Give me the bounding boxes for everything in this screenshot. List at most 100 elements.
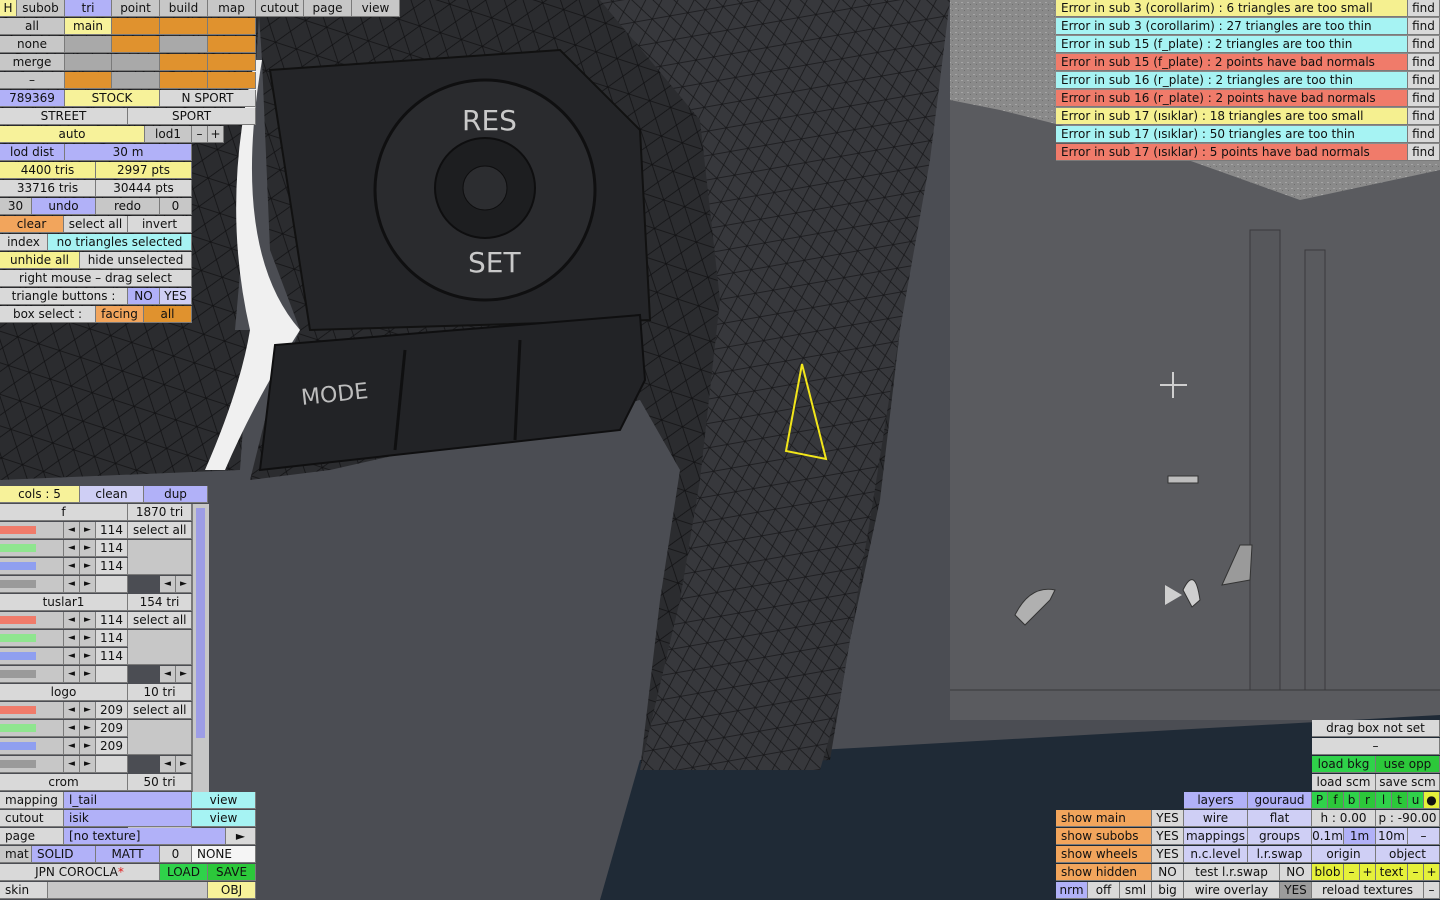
test-lr-swap-value[interactable]: NO bbox=[1280, 864, 1312, 881]
street-button[interactable]: STREET bbox=[0, 108, 128, 125]
find-error-button[interactable]: find bbox=[1408, 144, 1440, 161]
box-select-facing[interactable]: facing bbox=[96, 306, 144, 323]
clear-button[interactable]: clear bbox=[0, 216, 64, 233]
object-button[interactable]: object bbox=[1376, 846, 1440, 863]
tab-h[interactable]: H bbox=[0, 0, 17, 17]
dash-button[interactable]: – bbox=[0, 72, 65, 89]
color-slider[interactable] bbox=[0, 558, 64, 575]
subobject-next-button[interactable]: ► bbox=[176, 666, 192, 683]
page-value[interactable]: [no texture] bbox=[64, 828, 226, 845]
blob-button[interactable]: blob bbox=[1312, 864, 1344, 881]
text-plus[interactable]: + bbox=[1424, 864, 1440, 881]
tab-view[interactable]: view bbox=[352, 0, 400, 17]
slider-left-arrow[interactable]: ◄ bbox=[64, 666, 80, 683]
dup-button[interactable]: dup bbox=[144, 486, 208, 503]
color-slider[interactable] bbox=[0, 720, 64, 737]
slider-right-arrow[interactable]: ► bbox=[80, 738, 96, 755]
find-error-button[interactable]: find bbox=[1408, 126, 1440, 143]
tab-tri[interactable]: tri bbox=[65, 0, 112, 17]
color-slider[interactable] bbox=[0, 702, 64, 719]
origin-button[interactable]: origin bbox=[1312, 846, 1376, 863]
swatch-cell[interactable] bbox=[160, 54, 208, 71]
find-error-button[interactable]: find bbox=[1408, 18, 1440, 35]
lod-auto-button[interactable]: auto bbox=[0, 126, 145, 143]
slider-left-arrow[interactable]: ◄ bbox=[64, 702, 80, 719]
slider-left-arrow[interactable]: ◄ bbox=[64, 648, 80, 665]
slider-left-arrow[interactable]: ◄ bbox=[64, 522, 80, 539]
view-letter-button[interactable]: P bbox=[1312, 792, 1328, 809]
slider-right-arrow[interactable]: ► bbox=[80, 576, 96, 593]
merge-button[interactable]: merge bbox=[0, 54, 65, 71]
color-value[interactable]: 114 bbox=[96, 522, 128, 539]
normals-off[interactable]: off bbox=[1088, 882, 1120, 899]
skin-value[interactable] bbox=[48, 882, 208, 899]
view-letter-button[interactable]: b bbox=[1344, 792, 1360, 809]
slider-left-arrow[interactable]: ◄ bbox=[64, 558, 80, 575]
swatch-cell[interactable] bbox=[65, 54, 112, 71]
color-slider[interactable] bbox=[0, 612, 64, 629]
subobject-name[interactable]: f bbox=[0, 504, 128, 521]
page-next-button[interactable]: ► bbox=[226, 828, 256, 845]
tab-map[interactable]: map bbox=[208, 0, 256, 17]
color-slider[interactable] bbox=[0, 522, 64, 539]
view-letter-button[interactable]: f bbox=[1328, 792, 1344, 809]
lod-minus-button[interactable]: – bbox=[192, 126, 208, 143]
swatch-cell[interactable] bbox=[160, 18, 208, 35]
slider-left-arrow[interactable]: ◄ bbox=[64, 720, 80, 737]
mat-solid-button[interactable]: SOLID bbox=[32, 846, 96, 863]
subobject-scrollbar[interactable] bbox=[192, 504, 209, 792]
color-value[interactable]: 114 bbox=[96, 558, 128, 575]
text-minus[interactable]: – bbox=[1408, 864, 1424, 881]
swatch-cell[interactable] bbox=[208, 36, 256, 53]
lod1-button[interactable]: lod1 bbox=[145, 126, 192, 143]
subobject-next-button[interactable]: ► bbox=[176, 576, 192, 593]
select-none-button[interactable]: none bbox=[0, 36, 65, 53]
cutout-view-button[interactable]: view bbox=[192, 810, 256, 827]
slider-right-arrow[interactable]: ► bbox=[80, 558, 96, 575]
color-slider[interactable] bbox=[0, 540, 64, 557]
show-main-toggle[interactable]: YES bbox=[1152, 810, 1184, 827]
stock-button[interactable]: STOCK bbox=[65, 90, 160, 107]
nc-level-button[interactable]: n.c.level bbox=[1184, 846, 1248, 863]
wire-overlay-button[interactable]: wire overlay bbox=[1184, 882, 1280, 899]
color-slider[interactable] bbox=[0, 756, 64, 773]
test-lr-swap-button[interactable]: test l.r.swap bbox=[1184, 864, 1280, 881]
view-letter-button[interactable]: u bbox=[1408, 792, 1424, 809]
find-error-button[interactable]: find bbox=[1408, 108, 1440, 125]
subobject-prev-button[interactable]: ◄ bbox=[160, 756, 176, 773]
step-10m[interactable]: 10m bbox=[1376, 828, 1408, 845]
invert-button[interactable]: invert bbox=[128, 216, 192, 233]
swatch-cell[interactable] bbox=[65, 36, 112, 53]
scrollbar-thumb[interactable] bbox=[196, 508, 205, 738]
layers-button[interactable]: layers bbox=[1184, 792, 1248, 809]
tab-page[interactable]: page bbox=[304, 0, 352, 17]
subobject-next-button[interactable]: ► bbox=[176, 756, 192, 773]
step-dash[interactable]: – bbox=[1408, 828, 1440, 845]
slider-left-arrow[interactable]: ◄ bbox=[64, 756, 80, 773]
drag-box-dash[interactable]: – bbox=[1312, 738, 1440, 755]
color-value[interactable]: 209 bbox=[96, 702, 128, 719]
sport-button[interactable]: SPORT bbox=[128, 108, 256, 125]
swatch-cell[interactable] bbox=[65, 72, 112, 89]
slider-left-arrow[interactable]: ◄ bbox=[64, 540, 80, 557]
redo-button[interactable]: redo bbox=[96, 198, 160, 215]
mat-none[interactable]: NONE bbox=[192, 846, 256, 863]
clean-button[interactable]: clean bbox=[80, 486, 144, 503]
find-error-button[interactable]: find bbox=[1408, 90, 1440, 107]
color-value[interactable]: 209 bbox=[96, 720, 128, 737]
view-letter-button[interactable]: l bbox=[1376, 792, 1392, 809]
blob-minus[interactable]: – bbox=[1344, 864, 1360, 881]
obj-button[interactable]: OBJ bbox=[208, 882, 256, 899]
view-letter-button[interactable]: ● bbox=[1424, 792, 1440, 809]
color-slider[interactable] bbox=[0, 630, 64, 647]
save-button[interactable]: SAVE bbox=[208, 864, 256, 881]
mapping-view-button[interactable]: view bbox=[192, 792, 256, 809]
mat-matt-button[interactable]: MATT bbox=[96, 846, 160, 863]
select-all-button[interactable]: all bbox=[0, 18, 65, 35]
load-bkg-button[interactable]: load bkg bbox=[1312, 756, 1376, 773]
hide-unselected-button[interactable]: hide unselected bbox=[80, 252, 192, 269]
swatch-cell[interactable] bbox=[112, 36, 160, 53]
unhide-all-button[interactable]: unhide all bbox=[0, 252, 80, 269]
subobject-select-all-button[interactable]: select all bbox=[128, 522, 192, 539]
subobject-prev-button[interactable]: ◄ bbox=[160, 576, 176, 593]
